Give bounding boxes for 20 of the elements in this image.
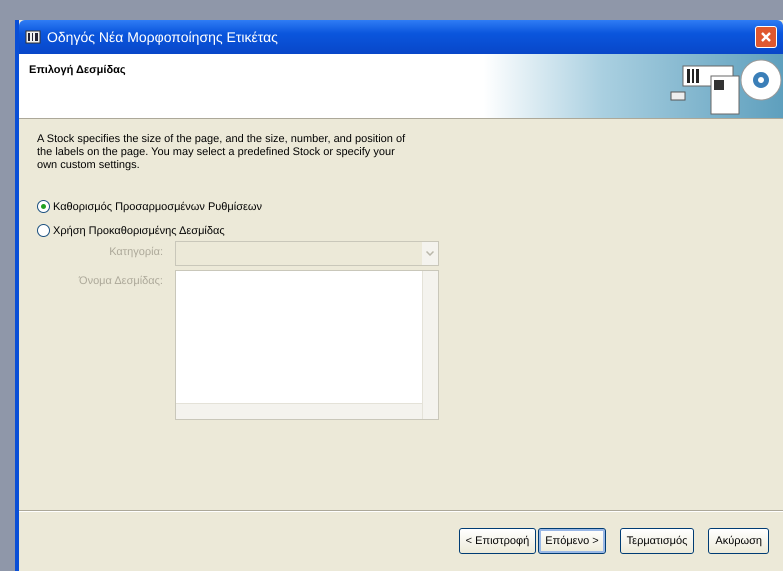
step-title: Επιλογή Δεσμίδας [28, 63, 126, 78]
radio-button[interactable] [37, 200, 50, 213]
wizard-button[interactable]: Επόμενο > [538, 528, 606, 554]
close-button[interactable] [755, 26, 777, 48]
app-icon [25, 29, 41, 45]
radio-button[interactable] [37, 224, 50, 237]
category-dropdown[interactable] [175, 241, 439, 266]
description-text: A Stock specifies the size of the page, and the size, number, and position of the labels on the page. You may select a predefined Stock or specify your own custom settings. [37, 133, 406, 172]
radio-option[interactable]: Καθορισμός Προσαρμοσμένων Ρυθμίσεων [37, 200, 783, 213]
wizard-button[interactable]: < Επιστροφή [458, 528, 536, 554]
stock-list[interactable] [175, 270, 439, 420]
wizard-button[interactable]: Ακύρωση [708, 528, 769, 554]
field-label: Κατηγορία: [108, 245, 163, 258]
window-title: Οδηγός Νέα Μορφοποίησης Ετικέτας [47, 29, 279, 45]
radio-option[interactable]: Χρήση Προκαθορισμένης Δεσμίδας [37, 224, 783, 237]
wizard-button[interactable]: Τερματισμός [620, 528, 694, 554]
vertical-scrollbar[interactable] [422, 271, 438, 419]
field-label: Όνομα Δεσμίδας: [78, 274, 163, 287]
horizontal-scrollbar[interactable] [176, 403, 422, 419]
close-icon [759, 30, 773, 44]
